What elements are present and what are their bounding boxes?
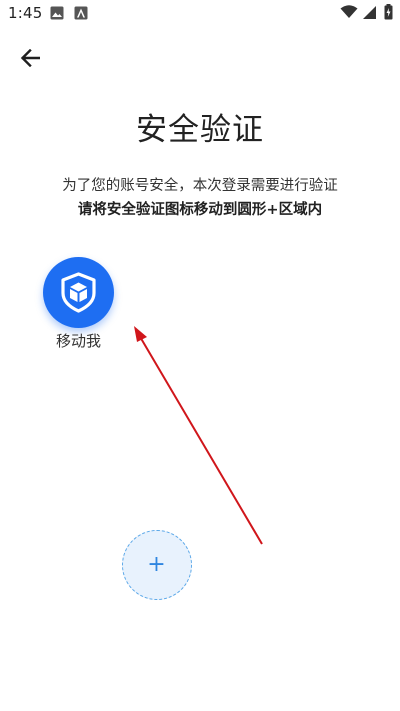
shield-cube-icon (61, 272, 96, 313)
guide-arrow (134, 326, 263, 545)
target-drop-zone[interactable]: + (122, 530, 192, 600)
drag-me-label: 移动我 (55, 332, 101, 350)
plus-icon: + (147, 552, 166, 577)
screen: 1:45 安全验证 为了您的账号安全，本次登录需要进行验证 请将安全验证图标移动… (0, 0, 400, 711)
draggable-verification-icon[interactable] (43, 257, 114, 328)
